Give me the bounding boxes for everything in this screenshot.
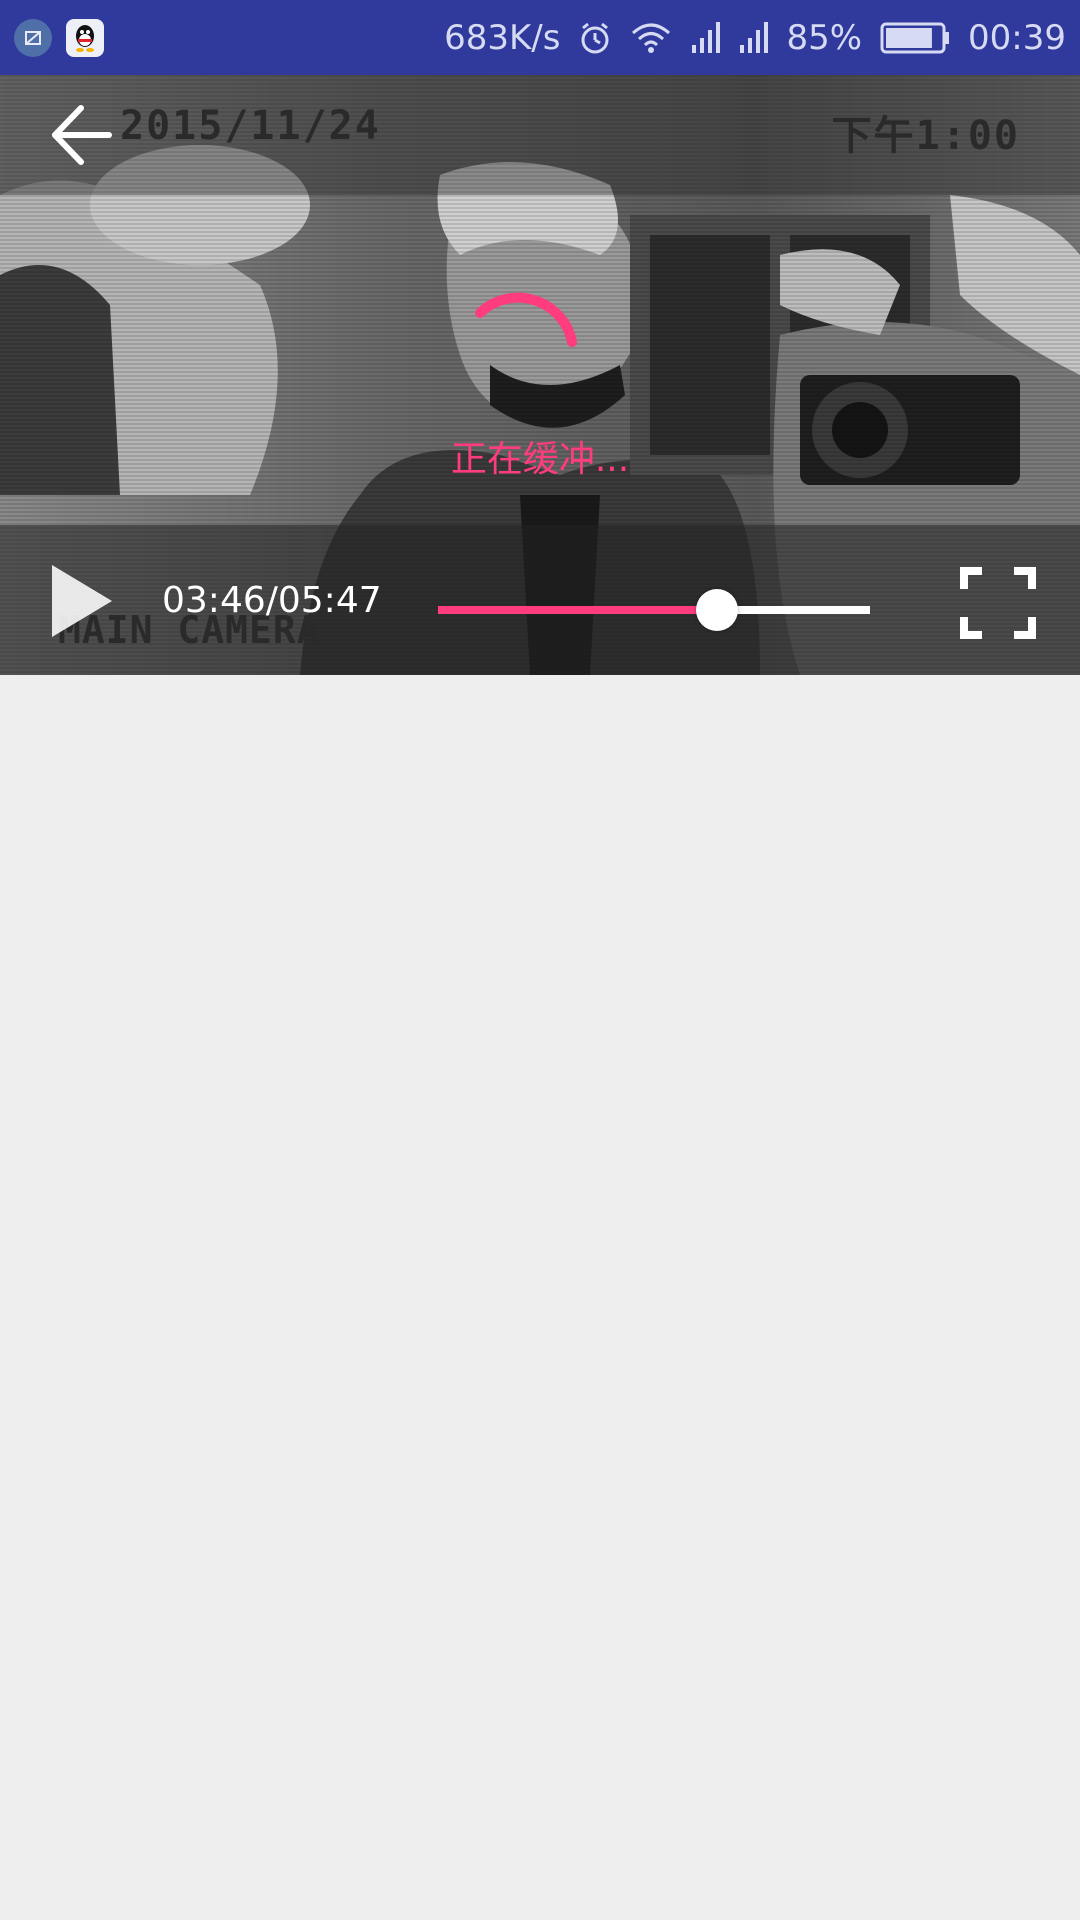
play-icon	[52, 565, 112, 637]
seek-bar[interactable]	[438, 585, 870, 635]
network-speed: 683K/s	[444, 17, 561, 58]
osd-date: 2015/11/24	[120, 103, 381, 149]
seek-progress	[438, 606, 718, 614]
osd-time: 下午1:00	[831, 113, 1020, 159]
time-display: 03:46/05:47	[162, 580, 382, 621]
battery-percent: 85%	[786, 17, 863, 58]
qq-icon	[66, 19, 104, 57]
play-button[interactable]	[48, 563, 114, 639]
clock: 00:39	[968, 17, 1066, 58]
status-bar: 683K/s 85% 00:39	[0, 0, 1080, 75]
battery-icon	[880, 21, 950, 55]
video-player[interactable]: 2015/11/24 下午1:00 正在缓冲... MAIN CAMERA 03…	[0, 75, 1080, 675]
signal-icon	[738, 21, 769, 55]
screenshot-app-icon	[14, 19, 52, 57]
fullscreen-button[interactable]	[958, 565, 1038, 641]
seek-thumb[interactable]	[696, 589, 739, 631]
wifi-icon	[630, 21, 672, 55]
alarm-icon	[578, 21, 612, 55]
signal-icon	[690, 21, 721, 55]
buffering-text: 正在缓冲...	[450, 439, 630, 480]
fullscreen-icon	[960, 567, 1036, 639]
back-arrow-icon	[52, 105, 112, 165]
loading-spinner-icon	[475, 292, 577, 347]
back-button[interactable]	[40, 95, 120, 175]
